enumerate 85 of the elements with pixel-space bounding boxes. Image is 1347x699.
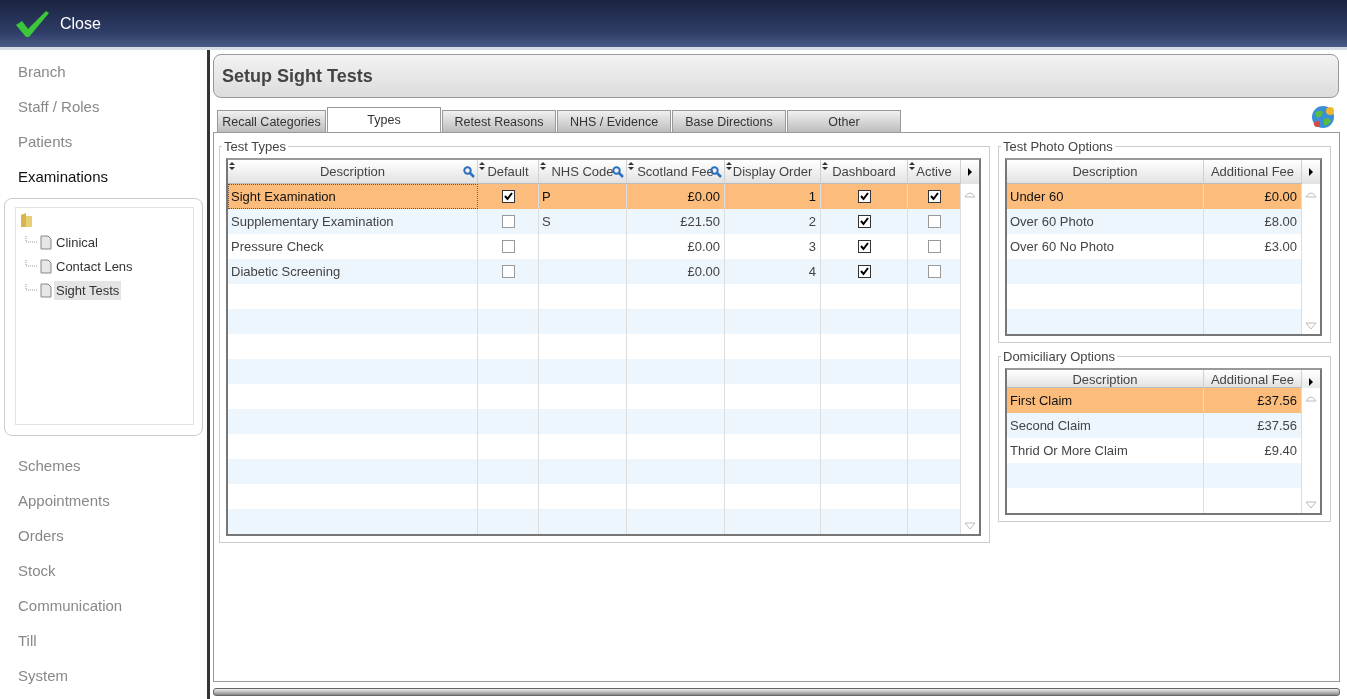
search-icon bbox=[463, 166, 475, 178]
tree-item[interactable]: Sight Tests bbox=[54, 280, 122, 300]
column-header[interactable]: Description bbox=[1007, 370, 1204, 388]
column-header[interactable]: Description bbox=[228, 160, 478, 184]
unchecked-checkbox[interactable] bbox=[927, 240, 941, 253]
unchecked-checkbox[interactable] bbox=[501, 215, 515, 228]
folder-icon bbox=[20, 212, 34, 228]
table-cell: Thrid Or More Claim bbox=[1007, 438, 1204, 463]
table-cell: Diabetic Screening bbox=[228, 259, 478, 284]
table-cell: 4 bbox=[725, 259, 821, 284]
tab[interactable]: Base Directions bbox=[672, 110, 786, 132]
table-cell: S bbox=[539, 209, 627, 234]
table-cell: £0.00 bbox=[627, 184, 725, 209]
scroll-down-icon bbox=[1305, 322, 1317, 330]
column-header[interactable]: Description bbox=[1007, 160, 1204, 184]
checked-checkbox[interactable] bbox=[857, 190, 871, 203]
column-header[interactable]: Active bbox=[908, 160, 961, 184]
table-cell: 2 bbox=[725, 209, 821, 234]
scroll-up-icon bbox=[1305, 190, 1317, 198]
checked-checkbox[interactable] bbox=[927, 190, 941, 203]
tab[interactable]: Retest Reasons bbox=[442, 110, 556, 132]
table-cell: £37.56 bbox=[1204, 413, 1302, 438]
scrollbar[interactable] bbox=[213, 688, 1340, 696]
column-header[interactable]: Additional Fee bbox=[1204, 370, 1302, 388]
checked-checkbox[interactable] bbox=[501, 190, 515, 203]
unchecked-checkbox[interactable] bbox=[501, 265, 515, 278]
table-cell: First Claim bbox=[1007, 388, 1204, 413]
table-cell: 1 bbox=[725, 184, 821, 209]
scroll-down-icon bbox=[964, 522, 976, 530]
sort-icon bbox=[229, 162, 235, 170]
checked-checkbox[interactable] bbox=[857, 240, 871, 253]
scroll-up-icon bbox=[964, 190, 976, 198]
tab[interactable]: NHS / Evidence bbox=[557, 110, 671, 132]
column-header[interactable]: Scotland Fee bbox=[627, 160, 725, 184]
table-cell: £8.00 bbox=[1204, 209, 1302, 234]
nav-item[interactable]: Examinations bbox=[0, 159, 207, 194]
table-cell: £0.00 bbox=[1204, 184, 1302, 209]
nav-item[interactable]: Schemes bbox=[0, 448, 207, 483]
nav-item[interactable]: Patients bbox=[0, 124, 207, 159]
nav-item[interactable]: Appointments bbox=[0, 483, 207, 518]
nav-item[interactable]: System bbox=[0, 658, 207, 693]
nav-item[interactable]: Stock bbox=[0, 553, 207, 588]
nav-item[interactable]: Till bbox=[0, 623, 207, 658]
nav-item[interactable]: Staff / Roles bbox=[0, 89, 207, 124]
globe-icon[interactable] bbox=[1310, 104, 1336, 130]
document-icon bbox=[40, 258, 52, 274]
table-cell: Supplementary Examination bbox=[228, 209, 478, 234]
table-cell: Over 60 Photo bbox=[1007, 209, 1204, 234]
table-cell: Over 60 No Photo bbox=[1007, 234, 1204, 259]
document-icon bbox=[40, 282, 52, 298]
nav-item[interactable]: Orders bbox=[0, 518, 207, 553]
tab[interactable]: Recall Categories bbox=[217, 110, 326, 132]
search-icon bbox=[612, 166, 624, 178]
table-cell: £0.00 bbox=[627, 259, 725, 284]
group-title: Test Photo Options bbox=[1002, 139, 1114, 154]
column-header[interactable]: Dashboard bbox=[821, 160, 908, 184]
nav-item[interactable]: Branch bbox=[0, 54, 207, 89]
table-cell: £37.56 bbox=[1204, 388, 1302, 413]
checked-checkbox[interactable] bbox=[857, 215, 871, 228]
checkmark-icon bbox=[14, 8, 50, 39]
column-header[interactable]: Additional Fee bbox=[1204, 160, 1302, 184]
tree-item[interactable]: Clinical bbox=[54, 232, 100, 252]
group-title: Domiciliary Options bbox=[1002, 349, 1116, 364]
table-cell: Second Claim bbox=[1007, 413, 1204, 438]
group-title: Test Types bbox=[223, 139, 287, 154]
column-header[interactable]: Display Order bbox=[725, 160, 821, 184]
scroll-down-icon bbox=[1305, 501, 1317, 509]
tab[interactable]: Other bbox=[787, 110, 901, 132]
close-button[interactable]: Close bbox=[0, 1, 109, 46]
checked-checkbox[interactable] bbox=[857, 265, 871, 278]
table-cell: £21.50 bbox=[627, 209, 725, 234]
tree-item[interactable]: Contact Lens bbox=[54, 256, 135, 276]
tab[interactable]: Types bbox=[327, 107, 441, 132]
scroll-up-icon bbox=[1305, 394, 1317, 402]
unchecked-checkbox[interactable] bbox=[927, 265, 941, 278]
table-cell: Sight Examination bbox=[228, 184, 478, 209]
nav-item[interactable]: Communication bbox=[0, 588, 207, 623]
page-title: Setup Sight Tests bbox=[222, 65, 373, 87]
table-cell: P bbox=[539, 184, 627, 209]
column-header[interactable]: NHS Code bbox=[539, 160, 627, 184]
document-icon bbox=[40, 234, 52, 250]
unchecked-checkbox[interactable] bbox=[927, 215, 941, 228]
column-header[interactable]: Default bbox=[478, 160, 539, 184]
table-cell: Under 60 bbox=[1007, 184, 1204, 209]
unchecked-checkbox[interactable] bbox=[501, 240, 515, 253]
